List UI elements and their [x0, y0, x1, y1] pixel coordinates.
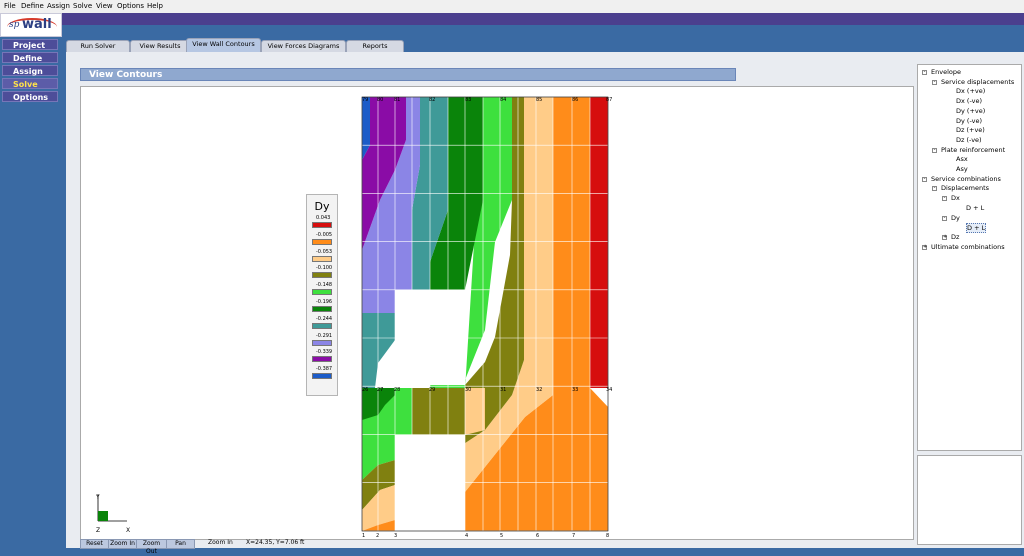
node-label-top: 82 — [429, 97, 435, 103]
tree-item[interactable]: Dy — [951, 214, 960, 222]
legend-value: -0.244 — [316, 315, 333, 322]
contour-legend[interactable]: Dy 0.043 -0.005 -0.053 -0.100 -0.148 -0.196 -0… — [306, 194, 338, 396]
tree-item[interactable]: Asx — [956, 155, 968, 163]
results-tree[interactable]: - Envelope - Service displacements Dx (+ve) D… — [917, 64, 1022, 451]
legend-swatch — [312, 373, 332, 380]
tree-info-pane — [917, 455, 1022, 545]
tree-item[interactable]: Asy — [956, 165, 968, 173]
collapse-icon[interactable]: - — [922, 176, 927, 182]
tree-item[interactable]: Envelope — [931, 68, 961, 76]
tree-item[interactable]: Dy (-ve) — [956, 117, 982, 125]
legend-swatch — [312, 255, 332, 262]
tree-item[interactable]: Plate reinforcement — [941, 146, 1005, 154]
tree-item[interactable]: Service displacements — [941, 78, 1014, 86]
legend-value: 0.043 — [316, 215, 331, 221]
legend-value: -0.339 — [316, 349, 333, 356]
tree-item[interactable]: Ultimate combinations — [931, 243, 1005, 251]
node-label-middle: 26 — [362, 387, 368, 393]
status-mode: Zoom In — [208, 539, 233, 546]
node-label-middle: 27 — [377, 387, 383, 393]
collapse-icon[interactable]: - — [932, 147, 937, 153]
region-lower-mid-olive — [412, 388, 465, 435]
node-label-middle: 32 — [536, 387, 542, 393]
legend-value: -0.291 — [316, 332, 333, 339]
legend-swatch — [312, 289, 332, 296]
status-coords: X=24.35, Y=7.06 — [246, 539, 299, 546]
legend-swatch — [312, 339, 332, 346]
collapse-icon[interactable]: - — [942, 215, 947, 221]
wall-contour-plot[interactable]: 79 80 81 82 83 84 85 86 8726 27 28 29 30 31 32 33 341 2 3 4… — [0, 0, 1024, 548]
tree-item[interactable]: Service combinations — [931, 175, 1001, 183]
collapse-icon[interactable]: - — [922, 70, 927, 75]
legend-value: -0.148 — [316, 282, 333, 289]
tree-item[interactable]: Dx (-ve) — [956, 97, 982, 105]
tree-item[interactable]: D + L — [966, 223, 987, 234]
legend-swatch — [312, 222, 332, 228]
legend-swatch — [312, 238, 332, 245]
legend-value: -0.100 — [316, 265, 333, 272]
tree-item[interactable]: Dx — [951, 194, 960, 202]
node-label-middle: 34 — [606, 387, 612, 393]
node-label-middle: 31 — [500, 387, 506, 393]
node-label-top: 85 — [536, 97, 542, 103]
legend-value: -0.005 — [316, 231, 333, 238]
collapse-icon[interactable]: - — [932, 79, 937, 85]
node-label-top: 80 — [377, 97, 383, 103]
legend-title: Dy — [314, 200, 330, 213]
expand-icon[interactable]: + — [922, 244, 927, 250]
legend-swatch — [312, 356, 332, 363]
axes-svg: Y Z X — [95, 494, 130, 534]
node-label-bottom: 4 — [465, 533, 468, 539]
tree-item[interactable]: D + L — [966, 204, 984, 212]
tree-item[interactable]: Dz (-ve) — [956, 136, 982, 144]
status-unit: ft — [300, 539, 305, 546]
node-label-top: 84 — [500, 97, 506, 103]
axis-y-label: Y — [95, 494, 100, 501]
tree-item[interactable]: Dz — [951, 233, 959, 241]
contour-regions — [362, 97, 608, 531]
node-label-bottom: 6 — [536, 533, 539, 539]
node-label-top: 79 — [362, 97, 368, 103]
status-bar: Reset Zoom In Zoom Out Pan Zoom In X=24.… — [80, 539, 410, 555]
legend-value: -0.387 — [316, 366, 333, 373]
legend-swatch — [312, 306, 332, 312]
node-label-middle: 33 — [572, 387, 578, 393]
tree-item[interactable]: Dy (+ve) — [956, 107, 985, 115]
legend-swatch — [312, 322, 332, 329]
legend-value: -0.196 — [316, 299, 333, 305]
axes-indicator: Y Z X — [83, 484, 133, 534]
tree-item[interactable]: Displacements — [941, 184, 989, 192]
region-lower-mid-peach — [465, 388, 485, 435]
node-label-bottom: 8 — [606, 533, 609, 539]
node-label-top: 83 — [465, 97, 471, 103]
axis-z-label: Z — [96, 527, 100, 534]
node-label-top: 87 — [606, 97, 612, 103]
node-label-bottom: 7 — [572, 533, 575, 539]
node-label-top: 81 — [394, 97, 400, 103]
collapse-icon[interactable]: - — [942, 196, 947, 202]
expand-icon[interactable]: + — [942, 234, 947, 240]
tree-item[interactable]: Dx (+ve) — [956, 87, 985, 95]
axis-x-label: X — [126, 527, 130, 534]
legend-value: -0.053 — [316, 248, 333, 255]
node-label-top: 86 — [572, 97, 578, 103]
node-label-bottom: 5 — [500, 533, 503, 539]
collapse-icon[interactable]: - — [932, 186, 937, 192]
node-label-middle: 30 — [465, 387, 471, 393]
tree-item[interactable]: Dz (+ve) — [956, 126, 985, 134]
legend-swatch — [312, 272, 332, 279]
node-label-middle: 28 — [394, 387, 400, 393]
region-red — [590, 97, 608, 388]
node-label-middle: 29 — [429, 387, 435, 393]
